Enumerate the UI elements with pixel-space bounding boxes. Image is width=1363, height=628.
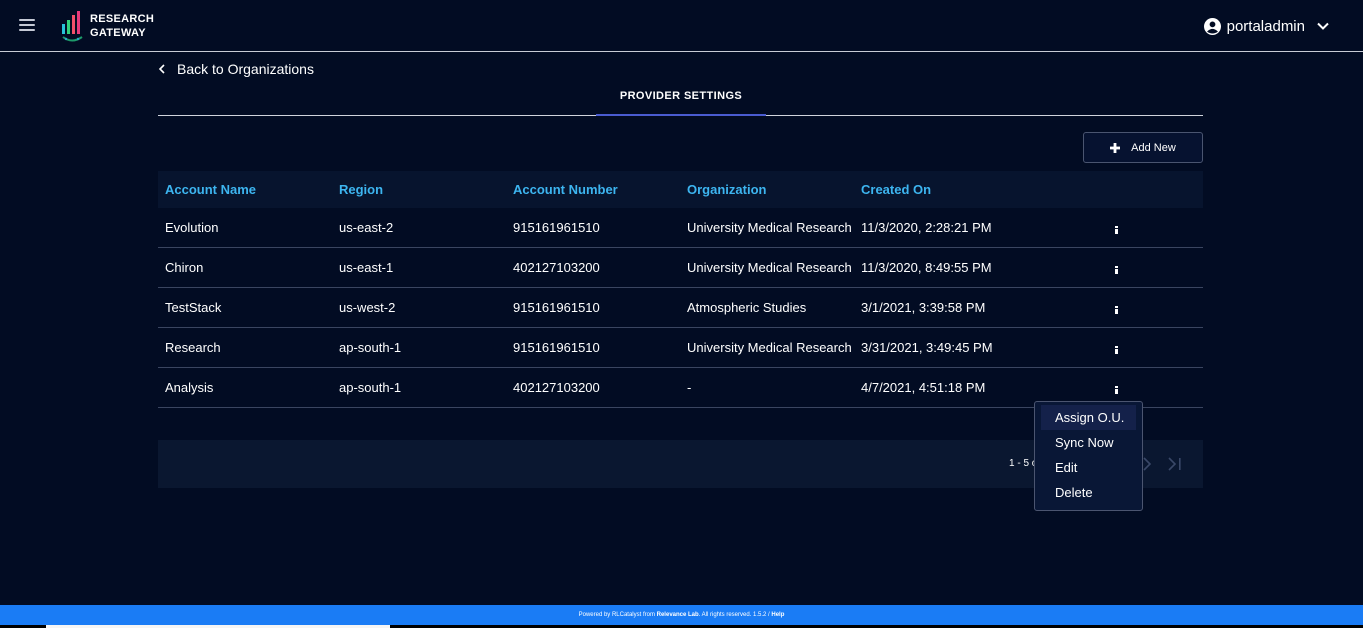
table-row: Chiron us-east-1 402127103200 University…	[158, 248, 1203, 288]
table-header: Account Name Region Account Number Organ…	[158, 171, 1203, 208]
cell-account-name: Research	[165, 340, 221, 355]
cell-organization: University Medical Research	[687, 340, 852, 355]
table-row: TestStack us-west-2 915161961510 Atmosph…	[158, 288, 1203, 328]
cell-account-name: Chiron	[165, 260, 204, 275]
logo-line1: RESEARCH	[90, 13, 155, 25]
cell-organization: -	[687, 380, 692, 395]
footer-help-link[interactable]: Help	[771, 612, 784, 618]
cell-region: ap-south-1	[339, 340, 402, 355]
cell-account-name: Evolution	[165, 220, 219, 235]
table-row: Evolution us-east-2 915161961510 Univers…	[158, 208, 1203, 248]
cell-account-number: 915161961510	[513, 220, 600, 235]
cell-account-name: Analysis	[165, 380, 214, 395]
top-bar: RESEARCH GATEWAY portaladmin	[0, 0, 1363, 52]
footer-company: Relevance Lab	[656, 612, 699, 618]
tab-bar: PROVIDER SETTINGS	[158, 84, 1203, 116]
cell-account-number: 402127103200	[513, 380, 600, 395]
logo-line2: GATEWAY	[90, 27, 146, 39]
footer-text-prefix: Powered by RLCatalyst from	[578, 612, 657, 618]
table-row: Research ap-south-1 915161961510 Univers…	[158, 328, 1203, 368]
user-menu[interactable]: portaladmin	[1203, 16, 1329, 36]
cell-created-on: 4/7/2021, 4:51:18 PM	[861, 380, 986, 395]
accounts-table: Account Name Region Account Number Organ…	[158, 171, 1203, 408]
cell-created-on: 11/3/2020, 2:28:21 PM	[861, 220, 992, 235]
logo-mark-icon	[62, 11, 83, 42]
cell-created-on: 3/31/2021, 3:49:45 PM	[861, 340, 993, 355]
menu-item-sync-now[interactable]: Sync Now	[1035, 430, 1142, 455]
menu-item-assign-ou[interactable]: Assign O.U.	[1041, 405, 1136, 430]
more-vertical-icon[interactable]	[1113, 306, 1119, 318]
chevron-down-icon[interactable]	[1317, 22, 1329, 30]
cell-region: us-east-1	[339, 260, 394, 275]
column-header-organization[interactable]: Organization	[687, 182, 766, 197]
add-new-label: Add New	[1131, 141, 1176, 154]
add-new-button[interactable]: Add New	[1083, 132, 1203, 163]
user-avatar-icon	[1203, 17, 1221, 35]
plus-icon	[1110, 142, 1121, 153]
username: portaladmin	[1226, 17, 1305, 35]
cell-account-name: TestStack	[165, 300, 222, 315]
more-vertical-icon[interactable]	[1113, 266, 1119, 278]
footer: Powered by RLCatalyst from Relevance Lab…	[0, 605, 1363, 625]
back-to-organizations-link[interactable]: Back to Organizations	[158, 61, 314, 77]
menu-icon[interactable]	[19, 19, 35, 31]
menu-item-edit[interactable]: Edit	[1035, 455, 1142, 480]
more-vertical-icon[interactable]	[1113, 386, 1119, 398]
more-vertical-icon[interactable]	[1113, 226, 1119, 238]
tab-provider-settings[interactable]: PROVIDER SETTINGS	[596, 84, 766, 116]
cell-region: us-west-2	[339, 300, 396, 315]
cell-region: us-east-2	[339, 220, 394, 235]
logo-text: RESEARCH GATEWAY	[90, 12, 154, 40]
cell-region: ap-south-1	[339, 380, 402, 395]
cell-created-on: 3/1/2021, 3:39:58 PM	[861, 300, 986, 315]
chevron-left-icon	[158, 64, 165, 74]
cell-organization: University Medical Research	[687, 220, 852, 235]
logo[interactable]: RESEARCH GATEWAY	[60, 10, 180, 44]
cell-account-number: 402127103200	[513, 260, 600, 275]
chevron-right-icon[interactable]	[1142, 457, 1152, 471]
cell-account-number: 915161961510	[513, 340, 600, 355]
more-vertical-icon[interactable]	[1113, 346, 1119, 358]
column-header-account-name[interactable]: Account Name	[165, 182, 256, 197]
cell-account-number: 915161961510	[513, 300, 600, 315]
column-header-account-number[interactable]: Account Number	[513, 182, 618, 197]
back-link-label: Back to Organizations	[177, 61, 314, 77]
last-page-icon[interactable]	[1167, 457, 1183, 471]
cell-created-on: 11/3/2020, 8:49:55 PM	[861, 260, 992, 275]
footer-text-suffix: . All rights reserved. 1.5.2 /	[698, 612, 772, 618]
column-header-region[interactable]: Region	[339, 182, 383, 197]
row-actions-menu: Assign O.U. Sync Now Edit Delete	[1034, 401, 1143, 511]
column-header-created-on[interactable]: Created On	[861, 182, 931, 197]
cell-organization: University Medical Research	[687, 260, 852, 275]
menu-item-delete[interactable]: Delete	[1035, 480, 1142, 505]
cell-organization: Atmospheric Studies	[687, 300, 807, 315]
